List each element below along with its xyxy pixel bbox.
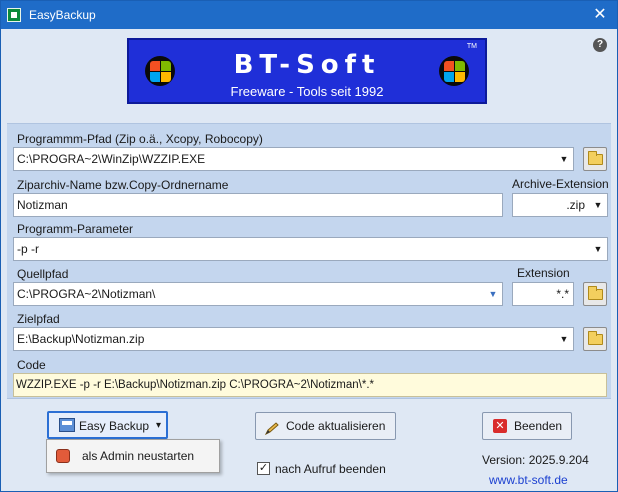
browse-target-button[interactable] bbox=[583, 327, 607, 351]
source-path-combo[interactable]: C:\PROGRA~2\Notizman\ ▼ bbox=[13, 282, 503, 306]
chevron-down-icon[interactable]: ▼ bbox=[555, 148, 573, 170]
source-path-label: Quellpfad bbox=[17, 267, 69, 281]
chevron-down-icon[interactable]: ▼ bbox=[589, 238, 607, 260]
program-params-combo[interactable]: -p -r ▼ bbox=[13, 237, 608, 261]
archive-extension-combo[interactable]: .zip ▼ bbox=[512, 193, 608, 217]
folder-icon bbox=[588, 286, 603, 300]
menu-item-restart-admin[interactable]: als Admin neustarten bbox=[48, 441, 218, 471]
menu-item-label: als Admin neustarten bbox=[82, 449, 195, 463]
close-icon[interactable]: ✕ bbox=[583, 1, 617, 29]
app-window: EasyBackup ✕ TM BT-Soft Freeware - Tools… bbox=[0, 0, 618, 492]
pencil-icon bbox=[264, 419, 280, 436]
banner-brand: BT-Soft bbox=[233, 50, 381, 80]
quit-button[interactable]: ✕ Beenden bbox=[482, 412, 572, 440]
program-path-combo[interactable]: C:\PROGRA~2\WinZip\WZZIP.EXE ▼ bbox=[13, 147, 574, 171]
chevron-down-icon[interactable]: ▼ bbox=[555, 328, 573, 350]
website-link[interactable]: www.bt-soft.de bbox=[489, 473, 568, 487]
title-bar: EasyBackup ✕ bbox=[1, 1, 617, 29]
code-value: WZZIP.EXE -p -r E:\Backup\Notizman.zip C… bbox=[16, 379, 374, 391]
banner-tagline: Freeware - Tools seit 1992 bbox=[230, 84, 384, 99]
admin-shield-icon bbox=[56, 449, 70, 463]
program-path-label: Programmm-Pfad (Zip o.ä., Xcopy, Robocop… bbox=[17, 132, 263, 146]
archive-name-label: Ziparchiv-Name bzw.Copy-Ordnername bbox=[17, 178, 229, 192]
update-code-button[interactable]: Code aktualisieren bbox=[255, 412, 396, 440]
source-path-value: C:\PROGRA~2\Notizman\ bbox=[17, 287, 156, 301]
source-extension-value: *.* bbox=[556, 287, 569, 301]
browse-source-button[interactable] bbox=[583, 282, 607, 306]
folder-icon bbox=[588, 331, 603, 345]
close-after-run-label[interactable]: nach Aufruf beenden bbox=[275, 462, 386, 476]
program-path-value: C:\PROGRA~2\WinZip\WZZIP.EXE bbox=[17, 152, 206, 166]
quit-label: Beenden bbox=[514, 419, 563, 433]
chevron-down-icon[interactable]: ▾ bbox=[156, 413, 161, 439]
archive-extension-label: Archive-Extension bbox=[512, 177, 609, 191]
easy-backup-button[interactable]: Easy Backup ▾ bbox=[47, 411, 168, 439]
archive-name-input[interactable]: Notizman bbox=[13, 193, 503, 217]
target-path-combo[interactable]: E:\Backup\Notizman.zip ▼ bbox=[13, 327, 574, 351]
target-path-value: E:\Backup\Notizman.zip bbox=[17, 332, 145, 346]
update-code-label: Code aktualisieren bbox=[286, 419, 386, 433]
source-extension-input[interactable]: *.* bbox=[512, 282, 574, 306]
code-label: Code bbox=[17, 358, 46, 372]
browse-program-button[interactable] bbox=[583, 147, 607, 171]
archive-extension-value: .zip bbox=[566, 198, 585, 212]
close-after-run-checkbox[interactable]: ✓ bbox=[257, 462, 270, 475]
easy-backup-label: Easy Backup bbox=[79, 419, 150, 433]
program-params-label: Programm-Parameter bbox=[17, 222, 134, 236]
source-extension-label: Extension bbox=[517, 266, 570, 280]
easy-backup-menu: als Admin neustarten bbox=[46, 439, 220, 473]
program-params-value: -p -r bbox=[17, 242, 39, 256]
version-text: Version: 2025.9.204 bbox=[482, 453, 589, 467]
folder-icon bbox=[588, 151, 603, 165]
help-icon[interactable]: ? bbox=[593, 38, 607, 52]
window-title: EasyBackup bbox=[29, 8, 96, 22]
app-icon bbox=[7, 8, 21, 22]
backup-icon bbox=[59, 418, 75, 432]
chevron-down-icon[interactable]: ▼ bbox=[589, 194, 607, 216]
exit-icon: ✕ bbox=[493, 419, 507, 433]
code-output[interactable]: WZZIP.EXE -p -r E:\Backup\Notizman.zip C… bbox=[13, 373, 607, 397]
client-area: TM BT-Soft Freeware - Tools seit 1992 ? … bbox=[1, 29, 617, 491]
archive-name-value: Notizman bbox=[17, 198, 68, 212]
chevron-down-icon[interactable]: ▼ bbox=[484, 283, 502, 305]
target-path-label: Zielpfad bbox=[17, 312, 60, 326]
trademark: TM bbox=[466, 43, 477, 50]
bt-soft-banner: TM BT-Soft Freeware - Tools seit 1992 bbox=[127, 38, 487, 104]
